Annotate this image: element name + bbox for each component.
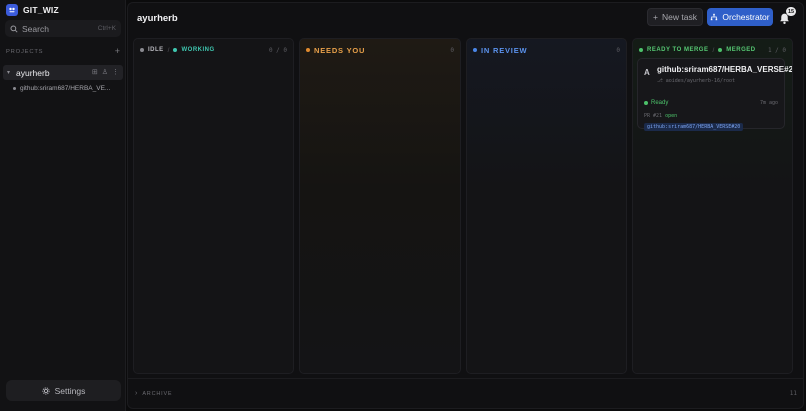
pull-request-status[interactable]: PR #21 open — [644, 113, 677, 119]
orchestrator-icon — [711, 13, 718, 21]
more-icon[interactable]: ⋮ — [112, 69, 119, 76]
header: ayurherb + New task Orchestrator 15 — [128, 3, 803, 33]
projects-header: PROJECTS + — [6, 47, 120, 56]
status-text: Ready — [651, 100, 669, 106]
status-dot-working — [173, 48, 178, 52]
pr-state: open — [665, 113, 678, 119]
column-count: 0 — [450, 46, 454, 54]
ready-dot — [644, 101, 648, 105]
brand[interactable]: GIT_WIZ — [6, 3, 59, 17]
settings-button[interactable]: Settings — [6, 380, 121, 401]
chevron-down-icon[interactable]: ▾ — [7, 69, 13, 76]
search-shortcut: Ctrl+K — [97, 25, 116, 32]
divider — [128, 378, 803, 379]
projects-label: PROJECTS — [6, 48, 44, 55]
branch-icon: ⎇ — [657, 78, 663, 84]
column-idle-working: IDLE / WORKING 0 / 0 — [133, 38, 294, 374]
status-dot-in-review — [473, 48, 477, 52]
column-in-review: IN REVIEW 0 — [466, 38, 627, 374]
column-count: 0 — [616, 46, 620, 54]
orchestrator-icon[interactable]: ♙ — [102, 69, 108, 76]
archive-count: 11 — [789, 390, 797, 397]
search-icon — [10, 24, 18, 33]
status-dot-ready — [639, 48, 643, 52]
sidebar: GIT_WIZ Search Ctrl+K PROJECTS + ▾ ayurh… — [0, 0, 126, 411]
gear-icon — [42, 386, 50, 395]
column-label-idle: IDLE — [148, 47, 164, 53]
orchestrator-button[interactable]: Orchestrator — [707, 8, 773, 26]
sidebar-task-item[interactable]: github:sriram687/HERBA_VE... — [13, 85, 121, 92]
project-name: ayurherb — [16, 67, 50, 78]
archive-toggle[interactable]: › ARCHIVE 11 — [133, 387, 799, 400]
column-count: 0 / 0 — [268, 46, 287, 54]
card-path-text: aoides/ayurherb-16/root — [665, 78, 736, 84]
column-header: IN REVIEW 0 — [473, 45, 620, 55]
time-ago: 7m ago — [759, 100, 778, 106]
kanban-board: IDLE / WORKING 0 / 0 NEEDS YOU 0 IN REVI… — [133, 38, 799, 374]
notification-badge: 15 — [786, 7, 796, 16]
add-project-icon[interactable]: + — [115, 47, 120, 56]
chevron-right-icon: › — [135, 390, 138, 397]
main-panel: ayurherb + New task Orchestrator 15 IDLE… — [127, 2, 804, 409]
column-ready-merged: READY TO MERGE / MERGED 1 / 0 A github:s… — [632, 38, 793, 374]
column-header: NEEDS YOU 0 — [306, 45, 454, 55]
column-header: READY TO MERGE / MERGED 1 / 0 — [639, 45, 786, 55]
search-box[interactable]: Search Ctrl+K — [5, 20, 121, 37]
column-count: 1 / 0 — [767, 46, 786, 54]
column-needs-you: NEEDS YOU 0 — [299, 38, 461, 374]
column-separator: / — [167, 46, 170, 54]
column-label-needs-you: NEEDS YOU — [314, 45, 366, 55]
status-dot-idle — [140, 48, 144, 52]
status-dot-merged — [718, 48, 723, 52]
project-actions: ⊞ ♙ ⋮ — [92, 69, 119, 76]
task-status-dot — [13, 87, 16, 90]
card-path: ⎇ aoides/ayurherb-16/root — [657, 78, 735, 84]
pr-number: PR #21 — [644, 113, 663, 119]
orchestrator-label: Orchestrator — [722, 12, 770, 22]
page-title: ayurherb — [137, 13, 178, 24]
card-title: github:sriram687/HERBA_VERSE#20 — [657, 65, 793, 74]
column-label-ready: READY TO MERGE — [647, 47, 709, 53]
settings-label: Settings — [54, 385, 86, 396]
archive-label: ARCHIVE — [142, 390, 173, 397]
new-task-label: New task — [662, 12, 697, 22]
task-card[interactable]: A github:sriram687/HERBA_VERSE#20 ⎇ aoid… — [637, 58, 792, 131]
task-name: github:sriram687/HERBA_VE... — [20, 85, 111, 92]
column-label-in-review: IN REVIEW — [481, 45, 528, 55]
status-dot-needs-you — [306, 48, 310, 52]
column-label-merged: MERGED — [726, 47, 756, 53]
agent-avatar: A — [644, 68, 650, 77]
card-status: Ready 7m ago — [644, 100, 778, 106]
add-task-icon[interactable]: ⊞ — [92, 69, 98, 76]
plus-icon: + — [653, 12, 658, 22]
notifications-button[interactable]: 15 — [778, 7, 796, 26]
new-task-button[interactable]: + New task — [647, 8, 703, 26]
sidebar-item-project[interactable]: ▾ ayurherb ⊞ ♙ ⋮ — [3, 65, 123, 80]
column-separator: / — [712, 46, 715, 54]
issue-chip[interactable]: github:sriram687/HERBA_VERSE#20 — [644, 123, 744, 131]
column-label-working: WORKING — [181, 47, 215, 53]
app-name: GIT_WIZ — [23, 5, 59, 15]
column-header: IDLE / WORKING 0 / 0 — [140, 45, 287, 55]
git-wiz-logo-icon — [6, 4, 18, 16]
search-label: Search — [22, 23, 49, 34]
